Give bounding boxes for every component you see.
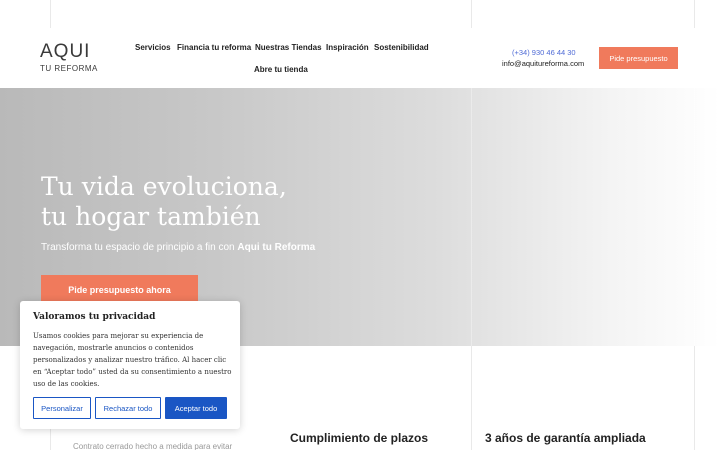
accept-cookies-button[interactable]: Aceptar todo [165,397,227,419]
hero-title-line-2: tu hogar también [41,202,261,231]
customize-cookies-button[interactable]: Personalizar [33,397,91,419]
guide-line [471,88,472,346]
guide-line [694,346,695,450]
guide-line [471,346,472,450]
cookie-consent-banner: Valoramos tu privacidad Usamos cookies p… [20,301,240,429]
hero-subtitle: Transforma tu espacio de principio a fin… [41,242,315,253]
logo-tagline: TU REFORMA [40,64,98,73]
nav-item-sostenibilidad[interactable]: Sostenibilidad [374,43,429,52]
guide-line [471,0,472,28]
contact-phone[interactable]: (+34) 930 46 44 30 [512,48,576,57]
hero-title-line-1: Tu vida evoluciona, [41,172,287,201]
site-header: AQUI TU REFORMA Servicios Financia tu re… [0,28,720,88]
feature-title-plazos: Cumplimiento de plazos [290,431,429,445]
header-quote-button[interactable]: Pide presupuesto [599,47,678,69]
feature-description: Contrato cerrado hecho a medida para evi… [73,442,233,450]
hero-subtitle-text: Transforma tu espacio de principio a fin… [41,242,238,253]
nav-item-financia[interactable]: Financia tu reforma [177,43,251,52]
reject-cookies-button[interactable]: Rechazar todo [95,397,161,419]
logo-wordmark: AQUI [40,41,91,62]
guide-line [694,88,695,346]
cookie-description: Usamos cookies para mejorar su experienc… [33,332,232,388]
nav-item-inspiracion[interactable]: Inspiración [326,43,369,52]
contact-email[interactable]: info@aquitureforma.com [502,59,584,68]
feature-title-garantia: 3 años de garantía ampliada [485,431,646,445]
cookie-title: Valoramos tu privacidad [33,312,156,322]
hero-subtitle-brand: Aqui tu Reforma [237,242,316,253]
hero-title: Tu vida evoluciona, tu hogar también [41,172,287,232]
logo[interactable]: AQUI TU REFORMA [40,42,100,74]
guide-line [50,0,51,28]
nav-item-abre-tienda[interactable]: Abre tu tienda [254,65,308,74]
nav-item-tiendas[interactable]: Nuestras Tiendas [255,43,322,52]
nav-item-servicios[interactable]: Servicios [135,43,171,52]
guide-line [694,0,695,28]
